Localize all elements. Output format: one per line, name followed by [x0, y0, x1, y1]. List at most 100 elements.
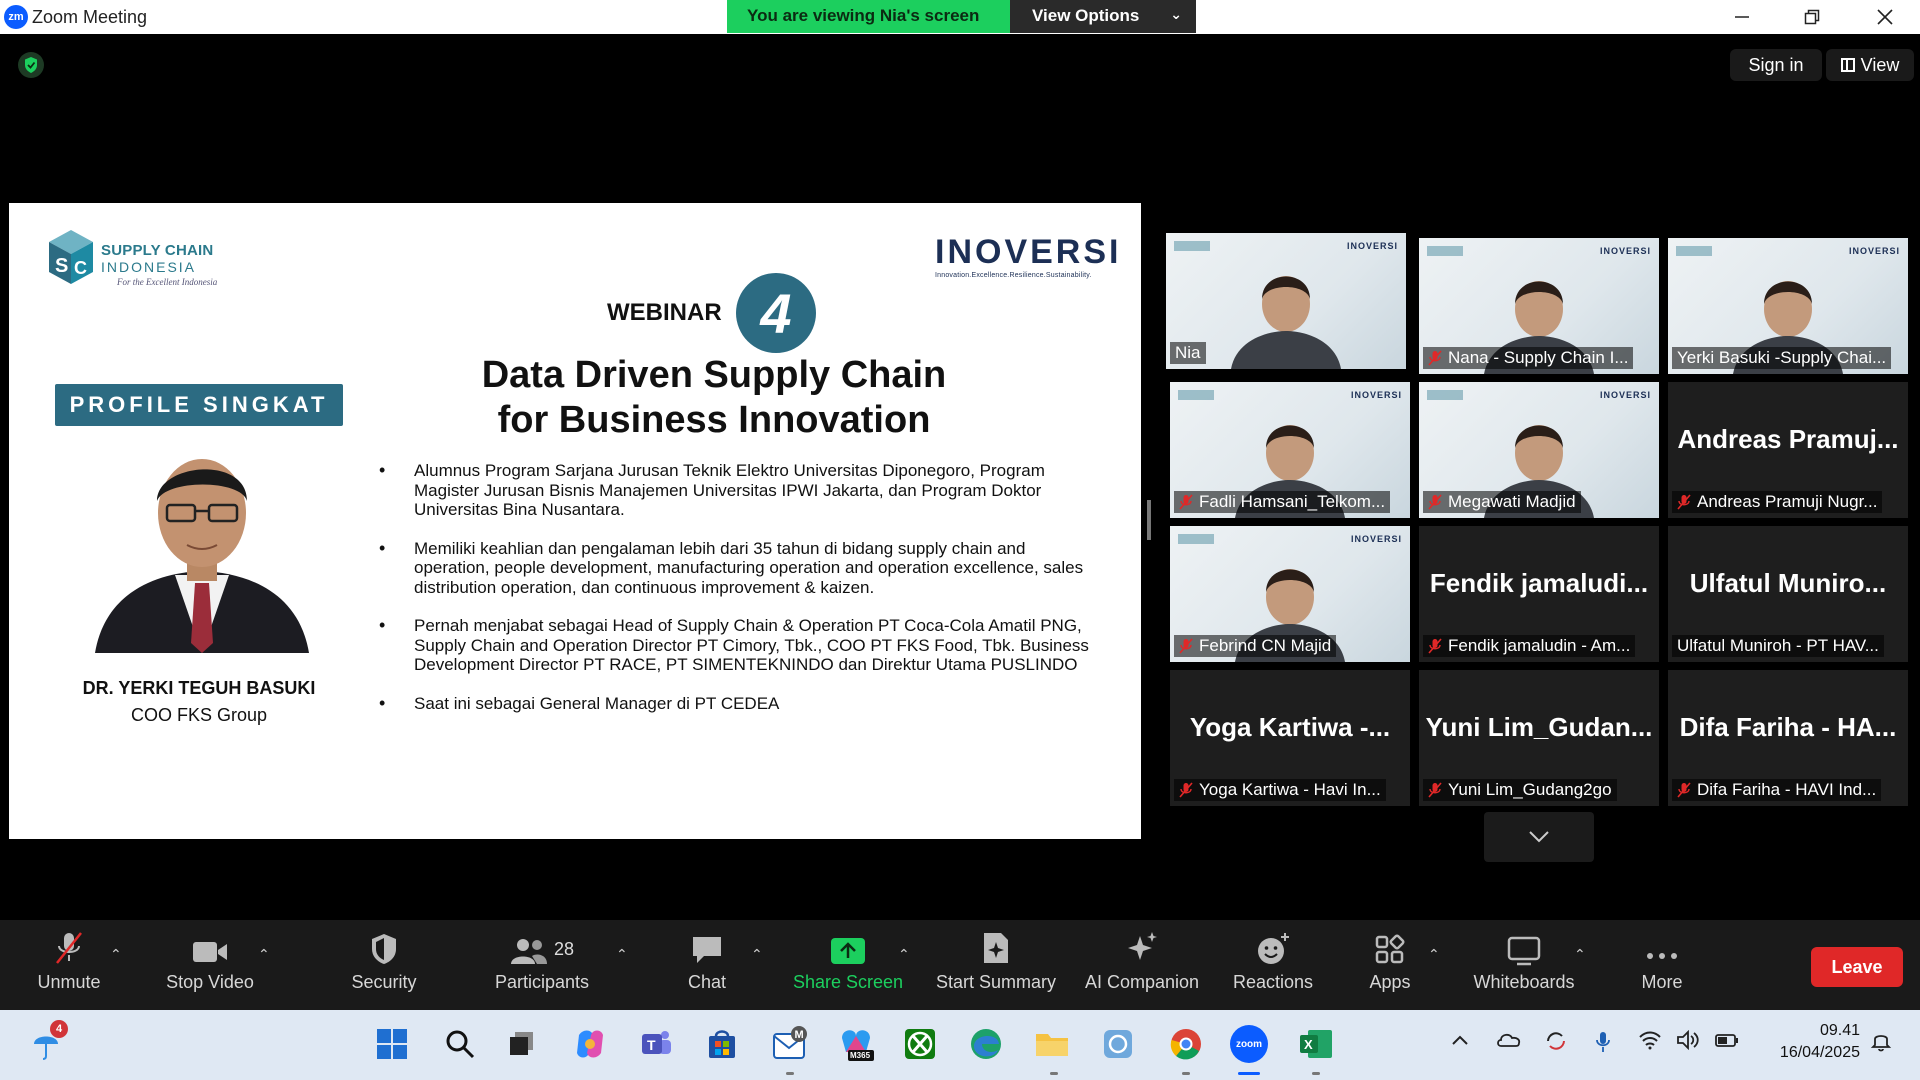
- apps-button[interactable]: Apps: [1360, 920, 1420, 1010]
- participant-display-name: Ulfatul Muniro...: [1689, 568, 1887, 598]
- microphone-in-use-icon[interactable]: [1594, 1030, 1612, 1054]
- participants-options-caret[interactable]: ⌃: [616, 946, 628, 963]
- encryption-shield-icon[interactable]: [18, 52, 44, 78]
- stop-video-label: Stop Video: [166, 972, 254, 992]
- outlook-app[interactable]: M: [770, 1024, 810, 1064]
- participant-tile[interactable]: INOVERSI Nia: [1166, 233, 1406, 369]
- video-background-brand: INOVERSI: [1848, 246, 1900, 256]
- logo-line2: INDONESIA: [101, 259, 197, 275]
- stop-video-button[interactable]: Stop Video: [160, 920, 260, 1010]
- wifi-icon[interactable]: [1638, 1030, 1662, 1050]
- video-background-logo: [1676, 246, 1712, 256]
- gallery-next-page-button[interactable]: [1484, 812, 1594, 862]
- sign-in-button[interactable]: Sign in: [1730, 49, 1822, 81]
- participant-tile[interactable]: INOVERSI Nana - Supply Chain I...: [1419, 238, 1659, 374]
- microphone-muted-icon: [1428, 494, 1442, 510]
- minimize-button[interactable]: [1707, 0, 1777, 34]
- edge-browser-app[interactable]: [966, 1024, 1006, 1064]
- video-camera-icon: [193, 942, 227, 962]
- security-button[interactable]: Security: [344, 920, 424, 1010]
- microphone-muted-icon: [1677, 782, 1691, 798]
- sync-status-icon[interactable]: [1544, 1030, 1568, 1052]
- participant-tile[interactable]: INOVERSI Febrind CN Majid: [1170, 526, 1410, 662]
- unmute-button[interactable]: Unmute: [24, 920, 114, 1010]
- zoom-app[interactable]: zoom: [1230, 1025, 1268, 1063]
- video-options-caret[interactable]: ⌃: [258, 946, 270, 963]
- view-options-button[interactable]: View Options ⌄: [1010, 0, 1196, 33]
- restore-button[interactable]: [1777, 0, 1847, 34]
- taskbar-clock[interactable]: 09.41 16/04/2025: [1756, 1020, 1860, 1064]
- share-options-caret[interactable]: ⌃: [898, 946, 910, 963]
- inoversi-logo: INOVERSI Innovation.Excellence.Resilienc…: [935, 233, 1118, 279]
- excel-app[interactable]: X: [1296, 1024, 1336, 1064]
- whiteboards-label: Whiteboards: [1473, 972, 1575, 992]
- chat-button[interactable]: Chat: [672, 920, 742, 1010]
- webinar-label: WEBINAR: [607, 299, 722, 326]
- notification-bell-icon[interactable]: [1870, 1030, 1892, 1052]
- speaker-portrait: [95, 459, 309, 653]
- participant-tile[interactable]: Fendik jamaludi... Fendik jamaludin - Am.…: [1419, 526, 1659, 662]
- app-window-icon: [1104, 1030, 1132, 1058]
- participant-name-label: Febrind CN Majid: [1174, 635, 1337, 657]
- participant-tile[interactable]: Andreas Pramuj... Andreas Pramuji Nugr...: [1668, 382, 1908, 518]
- battery-icon[interactable]: [1714, 1030, 1740, 1050]
- participant-tile[interactable]: Yoga Kartiwa -... Yoga Kartiwa - Havi In.…: [1170, 670, 1410, 806]
- participant-tile[interactable]: Difa Fariha - HA... Difa Fariha - HAVI In…: [1668, 670, 1908, 806]
- start-button[interactable]: [372, 1024, 412, 1064]
- task-view-button[interactable]: [502, 1024, 542, 1064]
- bullet-item: Pernah menjabat sebagai Head of Supply C…: [369, 616, 1089, 675]
- audio-options-caret[interactable]: ⌃: [110, 946, 122, 963]
- reactions-button[interactable]: Reactions: [1226, 920, 1320, 1010]
- generic-app[interactable]: [1098, 1024, 1138, 1064]
- xbox-app[interactable]: [900, 1024, 940, 1064]
- participant-tile[interactable]: INOVERSI Yerki Basuki -Supply Chai...: [1668, 238, 1908, 374]
- onedrive-cloud-icon[interactable]: [1496, 1030, 1522, 1050]
- security-shield-icon: [372, 934, 396, 964]
- splitter-handle[interactable]: [1147, 500, 1151, 540]
- participant-name-label: Ulfatul Muniroh - PT HAV...: [1672, 635, 1884, 657]
- view-button-label: View: [1860, 54, 1900, 75]
- more-button[interactable]: More: [1636, 920, 1688, 1010]
- video-background-brand: INOVERSI: [1599, 246, 1651, 256]
- participant-tile[interactable]: Yuni Lim_Gudan... Yuni Lim_Gudang2go: [1419, 670, 1659, 806]
- speaker-name: DR. YERKI TEGUH BASUKI: [82, 678, 316, 698]
- microsoft-store-app[interactable]: [702, 1024, 742, 1064]
- profile-bullets: Alumnus Program Sarjana Jurusan Teknik E…: [369, 461, 1089, 732]
- video-background-logo: [1178, 534, 1214, 544]
- volume-speaker-icon[interactable]: [1676, 1030, 1700, 1050]
- whiteboards-button[interactable]: Whiteboards: [1466, 920, 1582, 1010]
- summary-document-icon: [984, 933, 1008, 963]
- participant-tile[interactable]: INOVERSI Fadli Hamsani_Telkom...: [1170, 382, 1410, 518]
- start-summary-label: Start Summary: [935, 972, 1057, 992]
- participant-tile[interactable]: Ulfatul Muniro... Ulfatul Muniroh - PT HA…: [1668, 526, 1908, 662]
- apps-options-caret[interactable]: ⌃: [1428, 946, 1440, 963]
- microphone-muted-icon: [1428, 782, 1442, 798]
- leave-button[interactable]: Leave: [1811, 947, 1903, 987]
- participant-name-label: Nana - Supply Chain I...: [1423, 347, 1634, 369]
- start-summary-button[interactable]: Start Summary: [932, 920, 1060, 1010]
- ai-companion-button[interactable]: AI Companion: [1080, 920, 1204, 1010]
- copilot-app[interactable]: [570, 1024, 610, 1064]
- svg-text:S: S: [55, 255, 68, 277]
- copilot-icon: [577, 1030, 603, 1058]
- apps-grid-icon: [1375, 934, 1405, 964]
- whiteboards-options-caret[interactable]: ⌃: [1574, 946, 1586, 963]
- chat-options-caret[interactable]: ⌃: [751, 946, 763, 963]
- search-button[interactable]: [440, 1024, 480, 1064]
- chrome-browser-app[interactable]: [1166, 1024, 1206, 1064]
- store-bag-icon: [709, 1030, 735, 1058]
- participant-tile[interactable]: INOVERSI Megawati Madjid: [1419, 382, 1659, 518]
- participant-display-name: Difa Fariha - HA...: [1679, 712, 1897, 742]
- participants-button[interactable]: 28 Participants: [488, 920, 596, 1010]
- svg-text:T: T: [647, 1037, 656, 1053]
- zoom-app-label: zoom: [1235, 1038, 1263, 1050]
- share-screen-button[interactable]: Share Screen: [792, 920, 904, 1010]
- m365-app[interactable]: M365: [836, 1024, 876, 1064]
- teams-app[interactable]: T: [636, 1024, 676, 1064]
- weather-badge: 4: [50, 1020, 68, 1038]
- file-explorer-app[interactable]: [1032, 1024, 1072, 1064]
- close-button[interactable]: [1850, 0, 1920, 34]
- show-hidden-icons-chevron-up-icon[interactable]: [1450, 1030, 1470, 1050]
- weather-widget[interactable]: 4: [26, 1020, 70, 1064]
- view-button[interactable]: View: [1826, 49, 1914, 81]
